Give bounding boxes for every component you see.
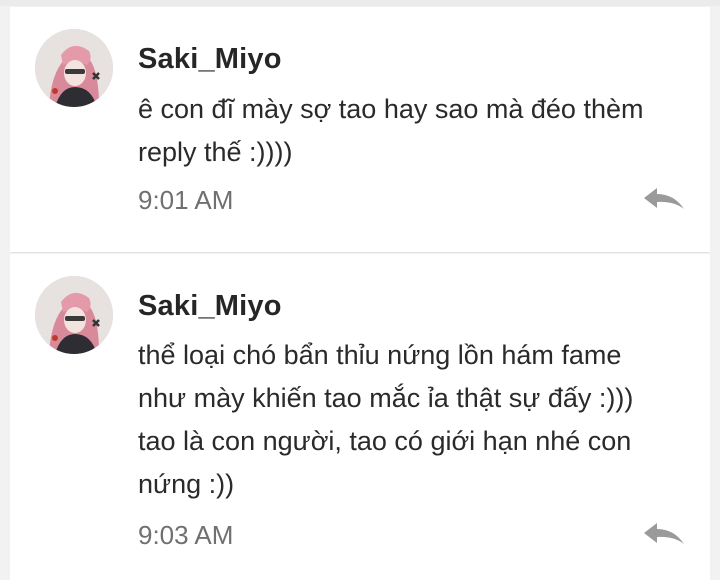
message-line: như mày khiến tao mắc ỉa thật sự đấy :))… — [138, 383, 634, 413]
top-divider — [0, 0, 720, 6]
message-text: thể loại chó bẩn thỉu nứng lồn hám fame … — [138, 334, 698, 506]
reply-arrow-icon — [644, 523, 684, 544]
comment-card: Saki_Miyo thể loại chó bẩn thỉu nứng lồn… — [10, 254, 710, 580]
profile-avatar-icon — [35, 276, 113, 354]
message-line: tao là con người, tao có giới hạn nhé co… — [138, 426, 632, 456]
author-name[interactable]: Saki_Miyo — [138, 43, 282, 76]
message-line: ê con đĩ mày sợ tao hay sao mà đéo thèm — [138, 94, 644, 124]
timestamp: 9:01 AM — [138, 185, 234, 215]
message-text: ê con đĩ mày sợ tao hay sao mà đéo thèm … — [138, 88, 698, 174]
author-name[interactable]: Saki_Miyo — [138, 290, 282, 323]
comment-card: Saki_Miyo ê con đĩ mày sợ tao hay sao mà… — [10, 7, 710, 253]
message-line: reply thế :)))) — [138, 137, 293, 167]
message-line: nứng :)) — [138, 469, 235, 499]
reply-button[interactable] — [642, 520, 686, 548]
reply-arrow-icon — [644, 188, 684, 209]
timestamp: 9:03 AM — [138, 520, 234, 550]
avatar[interactable] — [35, 29, 113, 107]
profile-avatar-icon — [35, 29, 113, 107]
message-line: thể loại chó bẩn thỉu nứng lồn hám fame — [138, 340, 622, 370]
avatar[interactable] — [35, 276, 113, 354]
reply-button[interactable] — [642, 185, 686, 213]
